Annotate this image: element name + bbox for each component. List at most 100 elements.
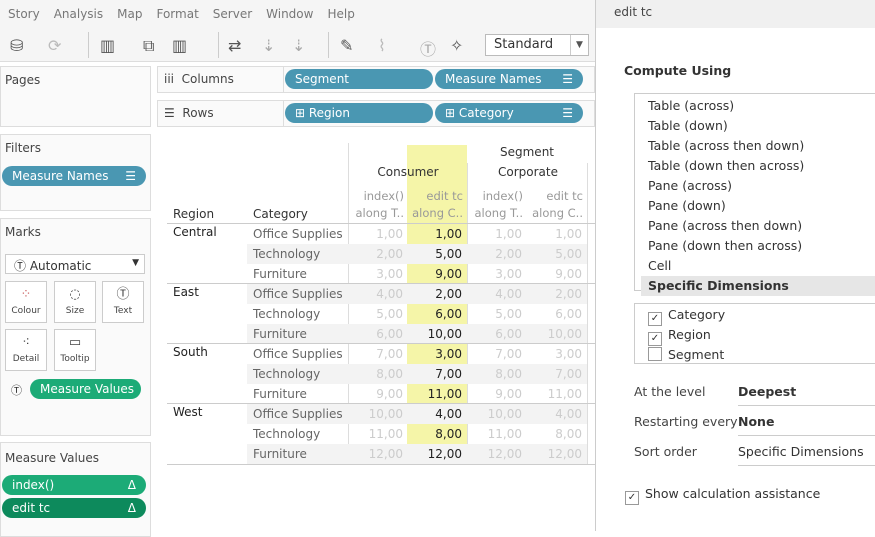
- sort-select[interactable]: Specific Dimensions: [738, 444, 875, 466]
- duplicate-sheet-icon[interactable]: ⧉: [143, 36, 154, 56]
- measure-values-pill[interactable]: Measure Values: [30, 379, 141, 399]
- category-label: Office Supplies: [253, 287, 343, 301]
- delta-icon: Δ: [127, 501, 136, 515]
- text-icon[interactable]: Ⓣ: [420, 36, 436, 60]
- value-cell: 1,00: [495, 227, 522, 241]
- at-level-select[interactable]: Deepest: [738, 384, 875, 406]
- paperclip-icon[interactable]: ⌇: [378, 36, 386, 55]
- region-pill[interactable]: ⊞ Region: [285, 103, 433, 123]
- compute-option[interactable]: Table (down): [635, 116, 875, 136]
- text-icon: Ⓣ: [11, 384, 22, 397]
- mark-type-dropdown[interactable]: Ⓣ Automatic ▼: [5, 254, 145, 274]
- size-card[interactable]: ◌ Size: [54, 281, 96, 323]
- dimension-checkbox[interactable]: Segment: [635, 345, 875, 365]
- measure-values-panel: Measure Values index() Δ edit tc Δ: [0, 442, 151, 537]
- sort-label: Sort order: [634, 444, 697, 459]
- edit-tc-pill[interactable]: edit tc Δ: [2, 498, 146, 518]
- dimension-checkbox[interactable]: ✓ Category: [635, 305, 875, 326]
- compute-option[interactable]: Table (across then down): [635, 136, 875, 156]
- value-cell: 11,00: [368, 427, 403, 441]
- marks-title: Marks: [5, 225, 41, 239]
- value-cell: 3,00: [435, 347, 462, 361]
- category-label: Furniture: [253, 327, 307, 341]
- compute-option[interactable]: Pane (across then down): [635, 216, 875, 236]
- value-cell: 1,00: [435, 227, 462, 241]
- rows-shelf[interactable]: ☰ Rows ⊞ Region ⊞ Category ☰: [157, 100, 595, 127]
- value-cell: 12,00: [368, 447, 403, 461]
- measure-names-pill[interactable]: Measure Names ☰: [435, 69, 583, 89]
- pin-icon[interactable]: ✧: [450, 36, 463, 55]
- sort-descending-icon[interactable]: ⇣: [292, 36, 305, 55]
- fit-dropdown[interactable]: Standard ▼: [485, 34, 589, 56]
- value-cell: 12,00: [487, 447, 522, 461]
- category-label: Technology: [253, 427, 321, 441]
- index-pill[interactable]: index() Δ: [2, 475, 146, 495]
- refresh-icon[interactable]: ⟳: [48, 36, 61, 55]
- checkbox-icon[interactable]: [648, 347, 662, 361]
- menu-format[interactable]: Format: [156, 7, 198, 21]
- restart-select[interactable]: None: [738, 414, 875, 436]
- compute-option[interactable]: Cell: [635, 256, 875, 276]
- colour-card[interactable]: ⁘ Colour: [5, 281, 47, 323]
- segment-label: Consumer: [377, 165, 439, 179]
- pages-title: Pages: [5, 73, 41, 87]
- category-label: Office Supplies: [253, 347, 343, 361]
- category-pill[interactable]: ⊞ Category ☰: [435, 103, 583, 123]
- clear-sheet-icon[interactable]: ▥: [172, 36, 187, 55]
- tooltip-card[interactable]: ▭ Tooltip: [54, 329, 96, 371]
- text-card[interactable]: Ⓣ Text: [102, 281, 144, 323]
- dimensions-list[interactable]: ✓ Category ✓ Region Segment: [634, 303, 875, 364]
- value-cell: 3,00: [555, 347, 582, 361]
- segment-label: Corporate: [498, 165, 558, 179]
- swap-icon[interactable]: ⇄: [228, 36, 241, 55]
- new-sheet-icon[interactable]: ▥: [100, 36, 115, 55]
- compute-option[interactable]: Table (across): [635, 96, 875, 116]
- calc-assist-checkbox[interactable]: ✓ Show calculation assistance: [625, 486, 820, 505]
- menu-analysis[interactable]: Analysis: [54, 7, 103, 21]
- delta-icon: Δ: [127, 478, 136, 492]
- value-cell: 7,00: [555, 367, 582, 381]
- filter-measure-names-pill[interactable]: Measure Names ☰: [2, 166, 146, 186]
- value-cell: 12,00: [427, 447, 462, 461]
- value-cell: 4,00: [555, 407, 582, 421]
- sort-icon: ☰: [125, 169, 136, 183]
- region-header: Region: [173, 207, 215, 221]
- segment-pill[interactable]: Segment: [285, 69, 433, 89]
- value-cell: 9,00: [495, 387, 522, 401]
- compute-option[interactable]: Pane (down then across): [635, 236, 875, 256]
- sort-ascending-icon[interactable]: ⇣: [262, 36, 275, 55]
- value-cell: 5,00: [376, 307, 403, 321]
- compute-using-list[interactable]: Table (across) Table (down) Table (across …: [634, 93, 875, 296]
- value-cell: 11,00: [487, 427, 522, 441]
- measure-values-title: Measure Values: [5, 451, 100, 465]
- measure-header: index(): [363, 189, 404, 203]
- region-label: South: [173, 345, 208, 359]
- compute-option[interactable]: Specific Dimensions: [641, 276, 875, 296]
- value-cell: 10,00: [427, 327, 462, 341]
- value-cell: 9,00: [376, 387, 403, 401]
- detail-card[interactable]: ⁖ Detail: [5, 329, 47, 371]
- menu-story[interactable]: Story: [8, 7, 40, 21]
- category-label: Office Supplies: [253, 407, 343, 421]
- at-level-row: At the level Deepest: [634, 382, 875, 406]
- chevron-down-icon: ▼: [570, 35, 588, 55]
- datasource-icon[interactable]: ⛁: [10, 36, 23, 55]
- sort-icon: ☰: [562, 72, 573, 86]
- dimension-checkbox[interactable]: ✓ Region: [635, 325, 875, 346]
- category-label: Furniture: [253, 447, 307, 461]
- region-label: East: [173, 285, 199, 299]
- highlight-icon[interactable]: ✎: [340, 36, 353, 55]
- compute-option[interactable]: Pane (across): [635, 176, 875, 196]
- compute-option[interactable]: Pane (down): [635, 196, 875, 216]
- menu-window[interactable]: Window: [266, 7, 313, 21]
- menu-help[interactable]: Help: [327, 7, 354, 21]
- columns-shelf[interactable]: iii Columns Segment Measure Names ☰: [157, 66, 595, 93]
- menu-server[interactable]: Server: [213, 7, 252, 21]
- compute-option[interactable]: Table (down then across): [635, 156, 875, 176]
- pages-panel: Pages: [0, 66, 151, 127]
- menu-map[interactable]: Map: [117, 7, 142, 21]
- value-cell: 5,00: [495, 307, 522, 321]
- segment-header: Segment: [500, 145, 554, 159]
- checkbox-icon[interactable]: ✓: [648, 332, 662, 346]
- checkbox-icon[interactable]: ✓: [648, 312, 662, 326]
